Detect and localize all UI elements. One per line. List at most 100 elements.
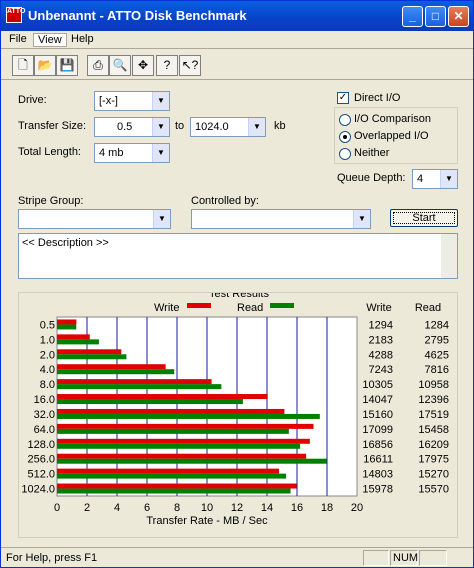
move-icon[interactable]: ✥	[132, 55, 154, 76]
queue-depth-label: Queue Depth:	[337, 172, 406, 184]
read-value: 7816	[425, 364, 449, 376]
window-title: Unbenannt - ATTO Disk Benchmark	[28, 8, 247, 23]
read-value: 1284	[425, 319, 449, 331]
write-bar	[57, 468, 280, 474]
transfer-size-from-select[interactable]: 0.5 ▼	[94, 117, 170, 137]
close-button[interactable]: ✕	[448, 6, 469, 27]
drive-value: [-x-]	[99, 95, 118, 107]
x-tick-label: 6	[144, 502, 150, 514]
new-icon[interactable]: 🗋	[12, 55, 34, 76]
menu-file[interactable]: File	[5, 33, 31, 45]
write-bar	[57, 394, 268, 400]
legend-write-label: Write	[154, 302, 179, 314]
read-bar	[57, 413, 320, 419]
queue-depth-select[interactable]: 4 ▼	[412, 169, 458, 189]
category-label: 1024.0	[21, 484, 55, 496]
overlapped-io-radio[interactable]	[339, 131, 351, 143]
print-preview-icon[interactable]: 🔍	[109, 55, 131, 76]
menu-view[interactable]: View	[33, 33, 67, 47]
read-value: 10958	[418, 379, 449, 391]
write-value: 2183	[369, 334, 393, 346]
menu-help[interactable]: Help	[67, 33, 98, 45]
write-value: 14803	[362, 469, 393, 481]
read-value: 2795	[425, 334, 449, 346]
controlled-by-label: Controlled by:	[191, 195, 259, 207]
status-pane-caps	[363, 550, 389, 566]
total-length-label: Total Length:	[18, 146, 81, 158]
transfer-from-value: 0.5	[117, 121, 133, 133]
status-text: For Help, press F1	[6, 552, 98, 564]
legend-read-label: Read	[237, 302, 263, 314]
description-scrollbar[interactable]	[441, 234, 457, 278]
neither-radio[interactable]	[339, 148, 351, 160]
transfer-size-to-select[interactable]: 1024.0 ▼	[190, 117, 266, 137]
category-label: 128.0	[27, 439, 55, 451]
queue-depth-value: 4	[417, 173, 424, 185]
help-icon[interactable]: ?	[156, 55, 178, 76]
total-length-select[interactable]: 4 mb ▼	[94, 143, 170, 163]
write-value: 14047	[362, 394, 393, 406]
chevron-down-icon[interactable]: ▼	[152, 92, 169, 110]
write-value: 16856	[362, 439, 393, 451]
chevron-down-icon[interactable]: ▼	[440, 170, 457, 188]
direct-io-label: Direct I/O	[354, 92, 401, 104]
category-label: 1.0	[40, 334, 55, 346]
chevron-down-icon[interactable]: ▼	[152, 118, 169, 136]
x-tick-label: 20	[351, 502, 363, 514]
status-bar: For Help, press F1 NUM	[1, 547, 473, 567]
col-read-header: Read	[415, 302, 441, 314]
write-bar	[57, 379, 212, 385]
x-tick-label: 14	[261, 502, 273, 514]
open-icon[interactable]: 📂	[34, 55, 56, 76]
read-bar	[57, 473, 287, 479]
chevron-down-icon[interactable]: ▼	[153, 210, 170, 228]
category-label: 64.0	[34, 424, 55, 436]
description-textarea[interactable]: << Description >>	[18, 233, 458, 279]
x-tick-label: 16	[291, 502, 303, 514]
title-bar: ATTO Unbenannt - ATTO Disk Benchmark _ □…	[1, 1, 473, 31]
minimize-button[interactable]: _	[402, 6, 423, 27]
category-label: 256.0	[27, 454, 55, 466]
chevron-down-icon[interactable]: ▼	[353, 210, 370, 228]
direct-io-checkbox[interactable]: ✓	[337, 92, 349, 104]
start-button[interactable]: Start	[390, 209, 458, 227]
drive-select[interactable]: [-x-] ▼	[94, 91, 170, 111]
results-title: Test Results	[209, 293, 269, 300]
chevron-down-icon[interactable]: ▼	[248, 118, 265, 136]
legend-read-swatch	[270, 303, 294, 308]
write-bar	[57, 438, 310, 444]
io-mode-group: I/O Comparison Overlapped I/O Neither	[334, 107, 458, 164]
write-bar	[57, 334, 90, 340]
maximize-button[interactable]: □	[425, 6, 446, 27]
chevron-down-icon[interactable]: ▼	[152, 144, 169, 162]
read-bar	[57, 458, 327, 464]
write-value: 15978	[362, 484, 393, 496]
print-icon[interactable]: ⎙	[87, 55, 109, 76]
context-help-icon[interactable]: ↖?	[179, 55, 201, 76]
read-bar	[57, 369, 175, 375]
write-value: 15160	[362, 409, 393, 421]
test-results-group: Test Results Write Read Write Read 0 2 4 6 8 10 12 1…	[18, 292, 458, 538]
x-tick-label: 8	[174, 502, 180, 514]
stripe-group-select[interactable]: ▼	[18, 209, 171, 229]
read-value: 4625	[425, 349, 449, 361]
category-label: 8.0	[40, 379, 55, 391]
category-label: 512.0	[27, 469, 55, 481]
x-axis-label: Transfer Rate - MB / Sec	[146, 515, 268, 527]
legend-write-swatch	[187, 303, 211, 308]
controlled-by-select[interactable]: ▼	[191, 209, 371, 229]
write-bar	[57, 453, 307, 459]
write-value: 10305	[362, 379, 393, 391]
transfer-size-label: Transfer Size:	[18, 120, 87, 132]
x-tick-label: 18	[321, 502, 333, 514]
write-value: 16611	[363, 454, 393, 466]
read-value: 17519	[418, 409, 449, 421]
read-value: 16209	[418, 439, 449, 451]
io-comparison-radio[interactable]	[339, 114, 351, 126]
save-icon[interactable]: 💾	[56, 55, 78, 76]
x-tick-label: 2	[84, 502, 90, 514]
overlapped-io-label: Overlapped I/O	[354, 130, 429, 142]
category-label: 4.0	[40, 364, 55, 376]
menu-bar: File View Help	[1, 31, 473, 49]
write-bar	[57, 423, 314, 429]
